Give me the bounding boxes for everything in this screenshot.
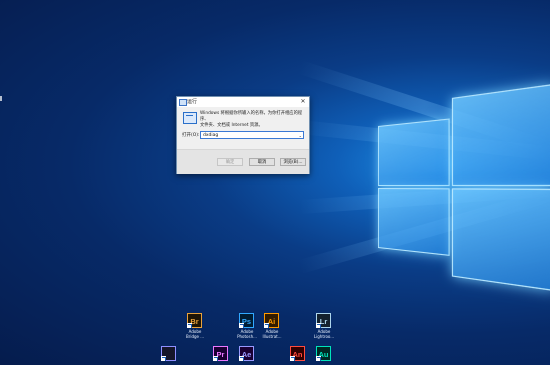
shortcut-arrow-icon [290,356,295,361]
chevron-down-icon[interactable]: ⌄ [299,132,302,139]
shortcut-arrow-icon [316,356,321,361]
description-line: 文件夹、文档或 Internet 资源。 [200,123,263,128]
title-bar[interactable]: 运行 ✕ [177,97,309,107]
logo-pane [451,188,550,292]
shortcut-arrow-icon [213,356,218,361]
dialog-title: 运行 [187,99,198,105]
edge-marker [0,96,2,101]
icon-label: Lightroo... [313,334,335,339]
open-label: 打开(O): [182,133,200,138]
icon-label: Bridge ... [185,334,205,339]
icon-label: Illustrat... [262,334,282,339]
open-input-value: dxdiag [203,133,219,138]
desktop-background [0,0,550,365]
windows-logo [378,83,550,292]
dialog-description: Windows 将根据你所输入的名称，为你打开相应的程序、 文件夹、文档或 In… [200,111,304,129]
run-dialog: 运行 ✕ Windows 将根据你所输入的名称，为你打开相应的程序、 文件夹、文… [176,96,310,174]
logo-pane [378,188,450,256]
logo-pane [451,83,550,187]
shortcut-arrow-icon [187,323,192,328]
shortcut-arrow-icon [161,356,166,361]
shortcut-arrow-icon [264,323,269,328]
close-button[interactable]: ✕ [299,97,307,107]
description-line: Windows 将根据你所输入的名称，为你打开相应的程序、 [200,111,303,122]
shortcut-arrow-icon [239,356,244,361]
shortcut-arrow-icon [316,323,321,328]
browse-button[interactable]: 浏览(B)... [280,158,306,166]
run-icon [183,112,197,124]
cancel-button[interactable]: 取消 [249,158,275,166]
shortcut-arrow-icon [239,323,244,328]
logo-pane [378,118,450,187]
open-input[interactable]: dxdiag ⌄ [200,131,304,139]
ok-button[interactable]: 确定 [217,158,243,166]
dialog-footer: 确定 取消 浏览(B)... [177,149,309,174]
run-app-icon [179,99,187,106]
